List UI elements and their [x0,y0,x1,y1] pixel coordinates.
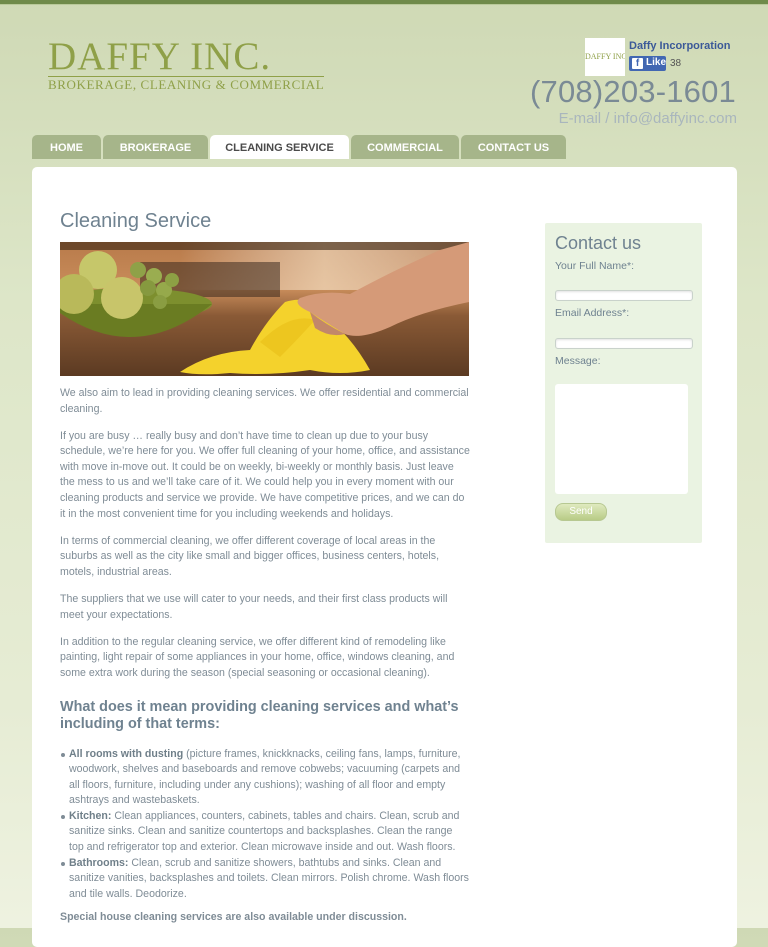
phone-number: (708)203-1601 [530,74,736,109]
main-content: We also aim to lead in providing cleanin… [60,386,470,926]
paragraph-commercial: In terms of commercial cleaning, we offe… [60,534,440,578]
cleaning-hero-image [60,242,469,376]
nav-tab-home[interactable]: HOME [32,135,101,159]
nav-tab-contact-us[interactable]: CONTACT US [461,135,566,159]
logo-name: DAFFY INC. [48,35,272,78]
paragraph-busy: If you are busy … really busy and don’t … [60,429,470,520]
paragraph-intro: We also aim to lead in providing cleanin… [60,387,469,415]
list-item-text: Clean, scrub and sanitize showers, batht… [69,856,469,900]
full-name-input[interactable] [555,290,693,301]
facebook-like-label: Like [646,57,667,68]
send-button[interactable]: Send [555,503,607,521]
email-link[interactable]: E-mail / info@daffyinc.com [559,110,737,127]
nav-tab-cleaning-service[interactable]: CLEANING SERVICE [210,135,349,159]
facebook-page-name[interactable]: Daffy Incorporation [629,40,730,52]
paragraph-remodeling: In addition to the regular cleaning serv… [60,635,455,679]
page-title: Cleaning Service [60,210,212,232]
facebook-f-icon: f [632,58,643,69]
contact-form: Contact us Your Full Name*: Email Addres… [545,223,702,543]
message-textarea[interactable] [555,384,688,494]
facebook-like-button[interactable]: f Like [629,56,666,71]
message-label: Message: [555,355,601,367]
facebook-page-thumbnail[interactable]: DAFFY INC. [585,38,625,76]
list-item-text: Clean appliances, counters, cabinets, ta… [69,809,460,854]
list-item-title: Kitchen: [69,809,112,822]
list-item: Bathrooms: Clean, scrub and sanitize sho… [60,856,470,903]
closing-note: Special house cleaning services are also… [60,911,407,924]
contact-title: Contact us [555,233,642,253]
email-label: Email Address*: [555,307,630,319]
top-accent-line [0,0,768,5]
facebook-like-count: 38 [670,58,682,69]
logo-tagline: BROKERAGE, CLEANING & COMMERCIAL [48,76,325,92]
name-label: Your Full Name*: [555,260,634,272]
nav-tab-brokerage[interactable]: BROKERAGE [103,135,208,159]
nav-tab-commercial[interactable]: COMMERCIAL [351,135,459,159]
list-item: Kitchen: Clean appliances, counters, cab… [60,809,470,856]
list-item: All rooms with dusting (picture frames, … [60,747,470,809]
paragraph-suppliers: The suppliers that we use will cater to … [60,593,448,621]
services-list: All rooms with dusting (picture frames, … [60,747,470,903]
list-item-title: Bathrooms: [69,856,129,869]
services-subheading: What does it mean providing cleaning ser… [60,698,459,732]
email-address-input[interactable] [555,338,693,349]
list-item-title: All rooms with dusting [69,747,184,760]
site-logo[interactable]: DAFFY INC. BROKERAGE, CLEANING & COMMERC… [48,35,325,94]
